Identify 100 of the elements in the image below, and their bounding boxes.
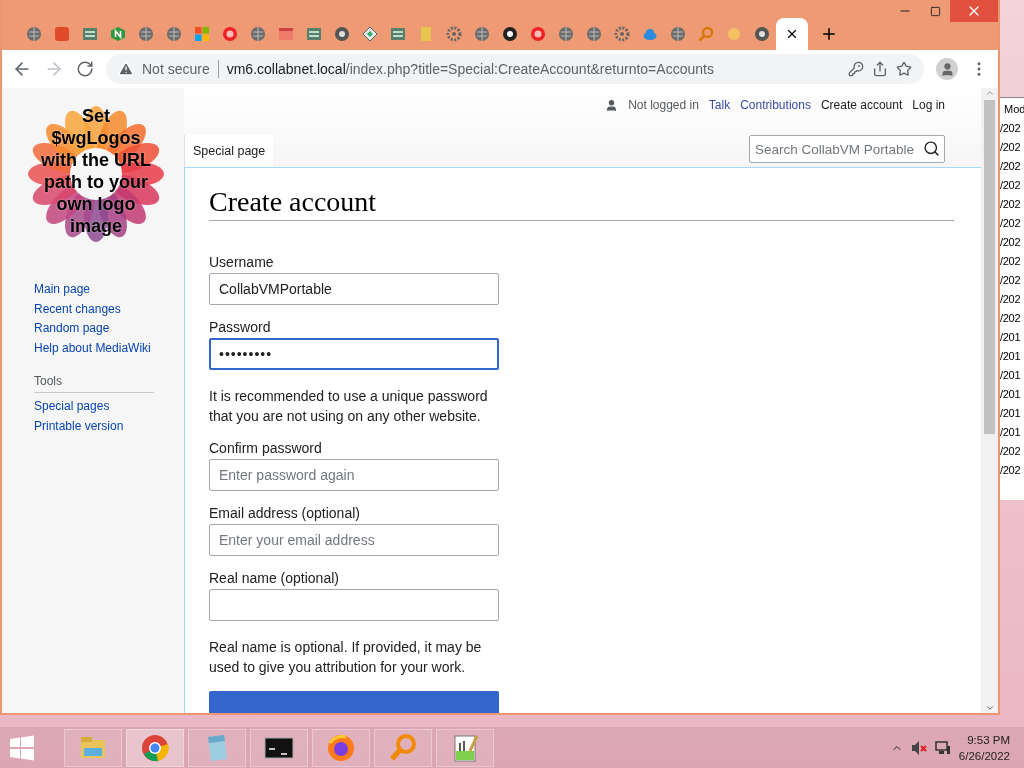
globe-icon <box>586 26 602 42</box>
wiki-icon <box>502 26 518 42</box>
firefox-icon <box>326 732 356 763</box>
volume-muted-icon[interactable] <box>910 739 927 756</box>
table-cell-text: /201 <box>1000 425 1022 440</box>
table-cell-text: /202 <box>1000 235 1022 250</box>
globe-icon <box>474 26 490 42</box>
chrome-icon <box>140 732 170 763</box>
sidebar-link[interactable]: Main page <box>34 280 184 300</box>
help-text: It is recommended to use a unique password that you are not using on any other website. <box>209 387 489 426</box>
key-icon[interactable] <box>848 61 864 77</box>
hexagon-icon <box>110 26 126 42</box>
magnifier-icon <box>698 26 714 42</box>
magnifier-icon <box>388 732 418 763</box>
table-cell-text: /202 <box>1000 178 1022 193</box>
cloud-icon <box>642 26 658 42</box>
table-cell-text: /202 <box>1000 463 1022 478</box>
reload-icon[interactable] <box>76 60 94 78</box>
field-label: Username <box>209 254 275 270</box>
column-header: Mod <box>1003 102 1024 117</box>
network-icon[interactable] <box>934 739 951 756</box>
search-icon[interactable] <box>923 140 940 157</box>
database-icon <box>306 26 322 42</box>
scrollbar[interactable] <box>981 88 998 713</box>
database-icon <box>82 26 98 42</box>
sidebar-link[interactable]: Help about MediaWiki <box>34 338 184 358</box>
input-field[interactable] <box>209 589 499 621</box>
table-cell-text: /202 <box>1000 197 1022 212</box>
help-text: Real name is optional. If provided, it may be used to give you attribution for your work. <box>209 638 483 677</box>
sun-icon <box>726 26 742 42</box>
personal-link[interactable]: Talk <box>708 98 731 112</box>
folder-icon <box>418 26 434 42</box>
field-label: Real name (optional) <box>209 570 340 586</box>
login-status: Not logged in <box>628 98 699 112</box>
password-field[interactable]: ••••••••• <box>209 338 499 370</box>
address-bar[interactable]: Not secure vm6.collabnet.local/index.php?title=Special:CreateAccount&returnto=Accounts <box>106 54 924 84</box>
close-icon[interactable] <box>785 27 799 41</box>
ring-icon <box>530 26 546 42</box>
table-cell-text: /202 <box>1000 159 1022 174</box>
table-cell-text: /202 <box>1000 216 1022 231</box>
sidebar-link[interactable]: Special pages <box>34 397 184 417</box>
clock-date: 6/26/2022 <box>958 748 1010 764</box>
field-label: Password <box>209 319 272 335</box>
table-cell-text: /201 <box>1000 368 1022 383</box>
maximize-icon[interactable] <box>929 5 941 17</box>
table-cell-text: /201 <box>1000 406 1022 421</box>
scroll-down-icon[interactable] <box>984 703 995 713</box>
scroll-up-icon[interactable] <box>984 88 995 98</box>
new-tab-icon[interactable] <box>820 25 838 43</box>
globe-icon <box>250 26 266 42</box>
search-field[interactable]: Search CollabVM Portable <box>749 135 945 163</box>
database-icon <box>390 26 406 42</box>
profile-icon[interactable] <box>936 58 958 80</box>
app-icon <box>54 26 70 42</box>
table-cell-text: /202 <box>1000 311 1022 326</box>
input-field[interactable]: Enter your email address <box>209 524 499 556</box>
chrome-icon <box>754 26 770 42</box>
share-icon[interactable] <box>872 61 888 77</box>
warning-icon <box>118 61 134 77</box>
gear-icon <box>614 26 630 42</box>
ring-icon <box>222 26 238 42</box>
table-cell-text: /201 <box>1000 330 1022 345</box>
diamond-icon <box>362 26 378 42</box>
chrome-icon <box>334 26 350 42</box>
star-icon[interactable] <box>896 61 912 77</box>
page-heading: Create account <box>209 186 954 221</box>
globe-icon <box>670 26 686 42</box>
table-cell-text: /201 <box>1000 387 1022 402</box>
table-cell-text: /202 <box>1000 273 1022 288</box>
url-text: vm6.collabnet.local/index.php?title=Special:CreateAccount&returnto=Accounts <box>226 61 715 77</box>
field-label: Email address (optional) <box>209 505 361 521</box>
close-button[interactable] <box>950 0 998 22</box>
field-label: Confirm password <box>209 440 323 456</box>
table-cell-text: /202 <box>1000 444 1022 459</box>
sidebar-link[interactable]: Printable version <box>34 416 184 436</box>
sidebar-link[interactable]: Random page <box>34 319 184 339</box>
start-icon[interactable] <box>8 733 36 762</box>
personal-link[interactable]: Create account <box>820 98 903 112</box>
table-cell-text: /202 <box>1000 121 1022 136</box>
clock[interactable]: 9:53 PM 6/26/2022 <box>958 731 1010 764</box>
taskbar-button[interactable] <box>250 728 308 767</box>
user-icon <box>605 98 619 112</box>
table-cell-text: /202 <box>1000 292 1022 307</box>
tools-heading: Tools <box>34 374 154 393</box>
input-field[interactable]: CollabVMPortable <box>209 273 499 305</box>
personal-link[interactable]: Contributions <box>740 98 811 112</box>
globe-icon <box>166 26 182 42</box>
windows-icon <box>194 26 210 42</box>
input-field[interactable]: Enter password again <box>209 459 499 491</box>
gear-icon <box>446 26 462 42</box>
security-label: Not secure <box>142 61 210 77</box>
globe-icon <box>138 26 154 42</box>
sidebar-link[interactable]: Recent changes <box>34 299 184 319</box>
calendar-icon <box>278 26 294 42</box>
clock-time: 9:53 PM <box>967 732 1010 748</box>
table-cell-text: /202 <box>1000 140 1022 155</box>
globe-icon <box>558 26 574 42</box>
table-cell-text: /201 <box>1000 349 1022 364</box>
page-tab[interactable]: Special page <box>184 135 274 167</box>
personal-link[interactable]: Log in <box>912 98 945 112</box>
